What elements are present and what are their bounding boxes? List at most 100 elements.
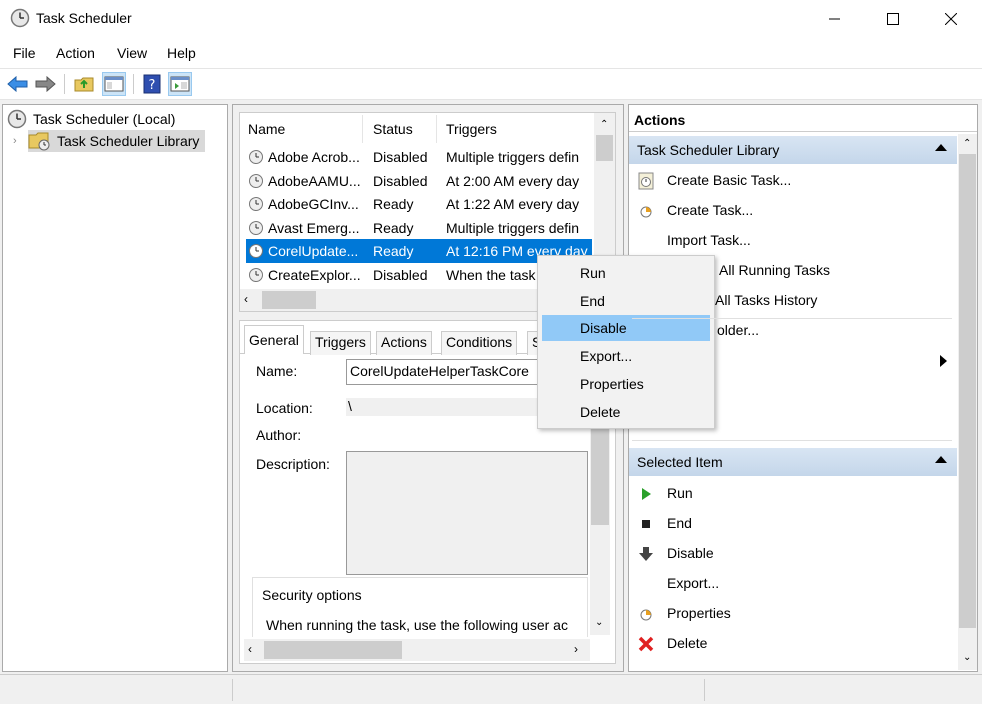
disable-icon bbox=[636, 544, 656, 564]
column-header-triggers[interactable]: Triggers bbox=[446, 121, 497, 137]
group-title: Selected Item bbox=[637, 454, 723, 470]
action-item-label: Import Task... bbox=[667, 232, 751, 248]
action-item[interactable]: Run bbox=[632, 480, 954, 508]
action-item[interactable]: Create Basic Task... bbox=[632, 167, 954, 195]
tab-triggers[interactable]: Triggers bbox=[310, 331, 371, 355]
action-item[interactable]: Disable bbox=[632, 540, 954, 568]
close-button[interactable] bbox=[922, 0, 980, 38]
context-menu-item-run[interactable]: Run bbox=[542, 260, 710, 286]
actions-vertical-scrollbar[interactable]: ⌃ ⌄ bbox=[958, 134, 977, 670]
action-pane-icon bbox=[170, 76, 190, 92]
task-name: Adobe Acrob... bbox=[268, 149, 360, 165]
task-scheduler-icon bbox=[10, 8, 30, 28]
context-menu-item-export[interactable]: Export... bbox=[542, 343, 710, 369]
column-header-name[interactable]: Name bbox=[248, 121, 285, 137]
toolbar: ? bbox=[0, 68, 982, 100]
context-menu-item-label: Delete bbox=[580, 403, 621, 420]
task-row[interactable]: AdobeGCInv... Ready At 1:22 AM every day bbox=[240, 192, 592, 216]
task-clock-icon bbox=[249, 220, 263, 235]
tab-conditions[interactable]: Conditions bbox=[441, 331, 518, 355]
action-item-label: older... bbox=[717, 322, 760, 338]
details-vertical-scrollbar[interactable]: ⌄ bbox=[590, 421, 610, 635]
task-row[interactable]: Avast Emerg... Ready Multiple triggers def… bbox=[240, 216, 592, 240]
minimize-button[interactable] bbox=[806, 0, 864, 38]
scroll-up-icon[interactable]: ⌃ bbox=[600, 119, 608, 130]
task-clock-icon bbox=[249, 244, 263, 259]
scroll-down-icon[interactable]: ⌄ bbox=[595, 617, 603, 628]
back-button[interactable] bbox=[6, 72, 30, 96]
actions-group-library[interactable]: Task Scheduler Library bbox=[629, 136, 957, 164]
context-menu-item-disable[interactable]: Disable bbox=[542, 315, 710, 342]
details-horizontal-scrollbar[interactable]: ‹ › bbox=[244, 639, 590, 661]
context-menu-item-delete[interactable]: Delete bbox=[542, 399, 710, 425]
submenu-arrow-icon[interactable] bbox=[940, 355, 947, 367]
action-item-label: Create Basic Task... bbox=[667, 172, 792, 188]
task-status: Disabled bbox=[373, 149, 428, 165]
expand-chevron-icon[interactable]: › bbox=[13, 135, 17, 147]
menu-file[interactable]: File bbox=[13, 45, 36, 61]
tree-item-library[interactable]: Task Scheduler Library bbox=[28, 130, 206, 152]
show-hide-action-pane-button[interactable] bbox=[168, 72, 192, 96]
context-menu-item-label: End bbox=[580, 292, 605, 309]
scroll-left-icon[interactable]: ‹ bbox=[248, 642, 252, 656]
action-separator bbox=[632, 318, 952, 319]
status-separator bbox=[704, 679, 705, 701]
actions-title: Actions bbox=[634, 112, 686, 128]
tab-general[interactable]: General bbox=[244, 325, 304, 354]
tab-actions[interactable]: Actions bbox=[376, 331, 432, 355]
context-menu-item-label: Properties bbox=[580, 375, 644, 392]
column-separator[interactable] bbox=[436, 115, 437, 143]
column-separator[interactable] bbox=[362, 115, 363, 143]
action-item[interactable]: End bbox=[632, 510, 954, 538]
action-item[interactable]: Delete bbox=[632, 630, 954, 658]
column-header-status[interactable]: Status bbox=[373, 121, 413, 137]
forward-button[interactable] bbox=[33, 72, 57, 96]
up-folder-button[interactable] bbox=[72, 72, 96, 96]
context-menu-item-properties[interactable]: Properties bbox=[542, 371, 710, 397]
action-item[interactable]: Export... bbox=[632, 570, 954, 598]
end-icon bbox=[636, 514, 656, 534]
console-tree-icon bbox=[104, 76, 124, 92]
description-field[interactable] bbox=[346, 451, 588, 575]
scroll-down-icon[interactable]: ⌄ bbox=[963, 652, 971, 663]
toolbar-separator bbox=[133, 74, 134, 94]
menu-help[interactable]: Help bbox=[167, 45, 196, 61]
scroll-left-icon[interactable]: ‹ bbox=[244, 292, 248, 306]
scroll-up-icon[interactable]: ⌃ bbox=[963, 138, 971, 149]
show-hide-console-tree-button[interactable] bbox=[102, 72, 126, 96]
back-arrow-icon bbox=[7, 76, 28, 92]
task-row[interactable]: AdobeAAMU... Disabled At 2:00 AM every day bbox=[240, 169, 592, 193]
tree-item-root[interactable]: Task Scheduler (Local) bbox=[7, 108, 175, 130]
scroll-right-icon[interactable]: › bbox=[574, 642, 578, 656]
scroll-thumb[interactable] bbox=[264, 641, 402, 659]
menu-view[interactable]: View bbox=[117, 45, 147, 61]
tree-item-label: Task Scheduler (Local) bbox=[33, 111, 176, 127]
context-menu-item-label: Run bbox=[580, 265, 606, 281]
action-item[interactable]: Import Task... bbox=[632, 227, 954, 255]
title-bar: Task Scheduler bbox=[0, 0, 982, 38]
menu-action[interactable]: Action bbox=[56, 45, 95, 61]
help-book-icon: ? bbox=[143, 74, 161, 94]
collapse-icon[interactable] bbox=[935, 144, 947, 151]
action-item-label: Delete bbox=[667, 635, 708, 651]
scroll-thumb[interactable] bbox=[596, 135, 613, 161]
maximize-button[interactable] bbox=[864, 0, 922, 38]
actions-title-divider bbox=[629, 131, 977, 132]
actions-group-selected-item[interactable]: Selected Item bbox=[629, 448, 957, 476]
create-basic-task-icon bbox=[636, 171, 656, 191]
scroll-thumb[interactable] bbox=[591, 421, 609, 525]
minimize-icon bbox=[829, 18, 840, 20]
context-menu-item-end[interactable]: End bbox=[542, 288, 710, 314]
task-row[interactable]: Adobe Acrob... Disabled Multiple triggers … bbox=[240, 145, 592, 169]
collapse-icon[interactable] bbox=[935, 456, 947, 463]
scroll-thumb[interactable] bbox=[262, 291, 316, 309]
create-task-icon bbox=[636, 201, 656, 221]
action-item[interactable]: Properties bbox=[632, 600, 954, 628]
task-status: Ready bbox=[373, 219, 414, 236]
folder-up-icon bbox=[74, 77, 94, 92]
close-icon bbox=[945, 13, 957, 25]
action-item-label: Properties bbox=[667, 605, 731, 621]
help-button[interactable]: ? bbox=[140, 72, 164, 96]
action-item[interactable]: Create Task... bbox=[632, 197, 954, 225]
scroll-thumb[interactable] bbox=[959, 154, 976, 628]
